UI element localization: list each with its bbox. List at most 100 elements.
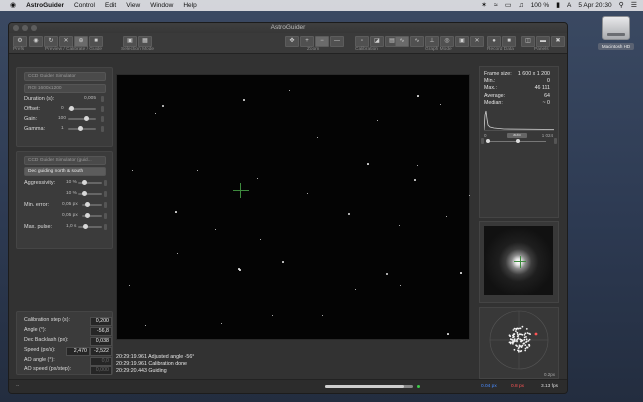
camera-mode-select[interactable]: ROI 1600x1200 bbox=[24, 84, 106, 93]
calib-backlash-field[interactable]: 0,038 bbox=[90, 337, 112, 346]
gain-stepper[interactable] bbox=[101, 116, 104, 122]
max-pulse-knob[interactable] bbox=[83, 224, 88, 229]
histogram-max-stepper[interactable] bbox=[554, 138, 557, 144]
min-error-ra-stepper[interactable] bbox=[104, 202, 107, 208]
graph-xy-icon[interactable]: ⊥ bbox=[425, 36, 439, 47]
max-pulse-slider[interactable] bbox=[78, 224, 102, 229]
histogram-max-knob[interactable] bbox=[516, 139, 520, 143]
menu-help[interactable]: Help bbox=[183, 2, 196, 9]
gamma-stepper[interactable] bbox=[101, 126, 104, 132]
mount-device-select[interactable]: CCD Guider Simulator (guid... bbox=[24, 156, 106, 165]
clock[interactable]: 5 Apr 20:30 bbox=[578, 2, 611, 9]
aggressivity-ra-value: 10 % bbox=[66, 180, 77, 185]
graph-export-icon[interactable]: ▣ bbox=[455, 36, 469, 47]
calib-speed-ra-field[interactable]: 2,470 bbox=[66, 347, 90, 356]
graph-clear-icon[interactable]: ◎ bbox=[440, 36, 454, 47]
offset-slider-knob[interactable] bbox=[69, 106, 74, 111]
gain-slider[interactable] bbox=[68, 116, 96, 121]
menu-app[interactable]: AstroGuider bbox=[26, 2, 64, 9]
menu-bar: ◉ AstroGuider Control Edit View Window H… bbox=[0, 0, 643, 11]
offset-slider[interactable] bbox=[68, 106, 96, 111]
star-select-icon[interactable]: ▣ bbox=[123, 36, 137, 47]
record-icon[interactable]: ● bbox=[487, 36, 501, 47]
menu-edit[interactable]: Edit bbox=[105, 2, 116, 9]
star bbox=[460, 272, 462, 274]
aggressivity-dec-knob[interactable] bbox=[82, 191, 87, 196]
bluetooth-icon[interactable]: ✶ bbox=[481, 0, 487, 11]
loop-icon[interactable]: ↻ bbox=[44, 36, 58, 47]
fps-text: 3.13 fps bbox=[541, 384, 559, 389]
panel-close-icon[interactable]: ✖ bbox=[551, 36, 565, 47]
histogram-min-stepper[interactable] bbox=[481, 138, 484, 144]
calib-speed-dec-field[interactable]: -2,522 bbox=[90, 347, 112, 356]
aggressivity-ra-slider[interactable] bbox=[78, 180, 102, 185]
panel-layout-icon[interactable]: ◫ bbox=[521, 36, 535, 47]
max-pulse-stepper[interactable] bbox=[104, 224, 107, 230]
toolbar-label-prefs: Prefs bbox=[13, 47, 25, 52]
scatter-point bbox=[512, 333, 515, 336]
camera-device-select[interactable]: CCD Guider Simulator bbox=[24, 72, 106, 81]
gear-icon[interactable]: ⚙ bbox=[13, 36, 27, 47]
calib-angle-field[interactable]: -56,8 bbox=[90, 327, 112, 336]
calib-start-icon[interactable]: ▫ bbox=[355, 36, 369, 47]
desktop-disk[interactable]: Macintosh HD bbox=[598, 16, 634, 50]
star bbox=[257, 178, 259, 180]
ao-speed-field[interactable]: 0,000 bbox=[90, 366, 112, 375]
zoom-out-icon[interactable]: − bbox=[315, 36, 329, 47]
graph-x-icon[interactable]: ∿ bbox=[410, 36, 424, 47]
min-error-ra-knob[interactable] bbox=[85, 202, 90, 207]
spotlight-icon[interactable]: ⚲ bbox=[619, 0, 624, 11]
eye-icon[interactable]: ◉ bbox=[29, 36, 43, 47]
min-error-ra-slider[interactable] bbox=[82, 202, 102, 207]
airplay-icon[interactable]: ▭ bbox=[505, 0, 512, 11]
graph-line-icon[interactable]: ∿ bbox=[395, 36, 409, 47]
auto-select-icon[interactable]: ▦ bbox=[138, 36, 152, 47]
stop-icon[interactable]: ■ bbox=[89, 36, 103, 47]
min-error-dec-stepper[interactable] bbox=[104, 213, 107, 219]
zoom-icon[interactable]: — bbox=[330, 36, 344, 47]
aggressivity-dec-stepper[interactable] bbox=[104, 191, 107, 197]
aggressivity-dec-slider[interactable] bbox=[78, 191, 102, 196]
aggressivity-ra-stepper[interactable] bbox=[104, 180, 107, 186]
histogram-auto-button[interactable]: auto bbox=[507, 133, 527, 138]
target-icon[interactable]: ⊕ bbox=[74, 36, 88, 47]
calib-image-icon[interactable]: ◪ bbox=[370, 36, 384, 47]
min-error-dec-slider[interactable] bbox=[82, 213, 102, 218]
toolbar-group-preview: ◉ ↻ ✕ ⊕ ■ bbox=[29, 36, 103, 47]
min-error-dec-knob[interactable] bbox=[85, 213, 90, 218]
panel-toggle-icon[interactable]: ▬ bbox=[536, 36, 550, 47]
cross-icon[interactable]: ✕ bbox=[59, 36, 73, 47]
duration-value[interactable]: 0,005 bbox=[84, 95, 96, 103]
input-source[interactable]: A bbox=[567, 2, 571, 9]
offset-stepper[interactable] bbox=[101, 106, 104, 112]
star bbox=[417, 165, 419, 167]
apple-menu-icon[interactable]: ◉ bbox=[10, 0, 16, 11]
histogram-min-knob[interactable] bbox=[486, 139, 490, 143]
guide-camera-image[interactable] bbox=[116, 74, 471, 340]
star bbox=[367, 163, 369, 165]
zoom-fit-icon[interactable]: ✥ bbox=[285, 36, 299, 47]
battery-icon[interactable]: ▮ bbox=[556, 0, 560, 11]
volume-icon[interactable]: ♫ bbox=[518, 0, 523, 11]
record-stop-icon[interactable]: ■ bbox=[502, 36, 516, 47]
histogram-stretch-slider[interactable] bbox=[486, 139, 546, 143]
dec-guiding-select[interactable]: Dec guiding north & south bbox=[24, 167, 106, 176]
duration-stepper[interactable] bbox=[101, 96, 104, 102]
menu-window[interactable]: Window bbox=[150, 2, 173, 9]
scatter-point bbox=[516, 331, 519, 334]
aggressivity-ra-knob[interactable] bbox=[82, 180, 87, 185]
gamma-slider[interactable] bbox=[68, 126, 96, 131]
notification-center-icon[interactable]: ☰ bbox=[631, 0, 637, 11]
calib-step-field[interactable]: 0,200 bbox=[90, 317, 112, 326]
menu-control[interactable]: Control bbox=[74, 2, 95, 9]
gamma-slider-knob[interactable] bbox=[78, 126, 83, 131]
zoom-in-icon[interactable]: + bbox=[300, 36, 314, 47]
wifi-icon[interactable]: ≈ bbox=[494, 0, 498, 11]
star bbox=[446, 216, 448, 218]
graph-close-icon[interactable]: ✕ bbox=[470, 36, 484, 47]
scatter-point bbox=[512, 339, 514, 342]
gain-slider-knob[interactable] bbox=[84, 116, 89, 121]
menu-view[interactable]: View bbox=[126, 2, 140, 9]
battery-percent[interactable]: 100 % bbox=[531, 2, 549, 9]
hard-disk-icon[interactable] bbox=[602, 16, 630, 40]
